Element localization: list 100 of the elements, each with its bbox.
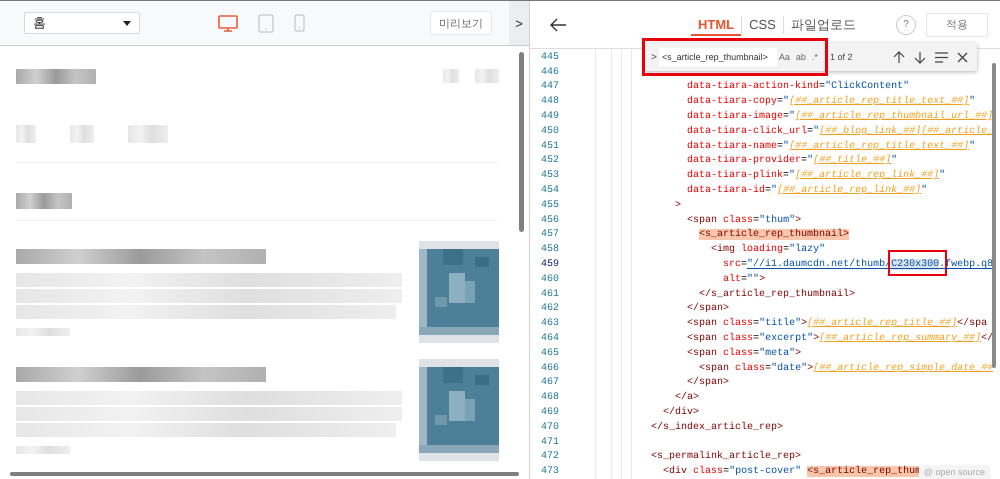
code-token: > [759,274,766,285]
line-number: 448 [540,96,560,108]
code-token: [##_title_##] [813,155,892,166]
code-token: > [795,214,802,226]
editor-tab[interactable]: CSS [741,16,783,34]
code-token: = [807,126,814,137]
code-token: [##_article_rep_title_##] [807,318,958,330]
line-number: 449 [540,111,560,122]
code-token: > [801,318,808,330]
code-token: data-tiara-image [687,111,784,122]
search-option[interactable]: ab [794,52,808,62]
line-number: 456 [540,214,560,226]
code-token: "lazy" [789,244,826,256]
collapse-button[interactable]: > [509,1,529,45]
code-token: data-tiara-click_url [687,126,808,137]
code-token: [##_article_rep_link_##] [777,185,922,196]
code-token: = [741,274,748,285]
code-token: <img [711,244,736,256]
down-arrow-icon[interactable] [914,50,926,64]
blurred-text [443,69,459,83]
code-token: = [753,318,760,330]
desktop-icon[interactable] [218,14,238,32]
code-token: = [765,185,772,196]
code-token: data-tiara-copy [687,96,778,108]
code-token: <span [699,362,730,374]
code-token: </span> [687,303,730,314]
line-number: 473 [540,466,560,478]
code-token: data-tiara-id [687,185,766,196]
code-token: [##_article_rep_thumbnail_url_##] [795,111,994,122]
editor-tab[interactable]: HTML [691,16,742,36]
code-token: <s_permalink_article_rep> [651,451,802,462]
code-token: " [807,155,814,166]
line-number: 461 [540,288,560,300]
code-token: </spa [957,318,988,330]
code-token: "title" [759,318,802,330]
code-token: > [807,362,814,374]
blurred-text [475,69,499,83]
code-token: > [795,348,802,359]
code-token: [##_article_rep_simple_date_## [813,362,994,374]
code-token: data-tiara-plink [687,170,784,182]
up-arrow-icon[interactable] [893,50,905,64]
code-token: = [777,140,784,152]
code-token: = [801,155,808,166]
match-count: 1 of 2 [830,52,853,62]
close-icon[interactable] [957,52,968,62]
line-number: 468 [540,392,560,404]
line-number: 466 [540,362,560,374]
line-number: 458 [540,244,560,256]
code-token: = [723,466,730,478]
code-token: " [891,155,898,166]
line-number: 453 [540,170,560,182]
page-select[interactable]: 홈 [24,12,140,34]
code-token: " [921,185,928,196]
code-token: = [753,348,760,359]
code-token: <s_article_rep_thum [807,466,922,478]
code-token: " [969,140,976,152]
code-token: alt [723,274,742,285]
code-token: " [969,96,976,108]
blurred-text [16,446,70,454]
line-number: 447 [540,81,560,92]
line-number: 470 [540,422,560,433]
line-number: 445 [540,52,560,63]
code-token: = [753,214,760,226]
search-field[interactable]: <s_article_rep_thumbnail> [658,48,777,66]
apply-button[interactable]: 적용 [926,12,988,36]
expand-toggle[interactable]: > [649,52,659,62]
search-option[interactable]: .* [810,52,820,62]
code-token: </span> [687,377,730,388]
blurred-text [16,125,36,143]
code-token: [##_article_rep_summary_##] [819,333,982,344]
code-token: [##_blog_link_##][##_article_ [819,126,994,137]
code-token: [##_article_rep_link_##] [795,170,940,182]
line-number: 457 [540,229,560,240]
search-option[interactable]: Aa [776,52,792,62]
code-token: " [771,185,778,196]
caret-icon[interactable] [123,20,131,26]
code-token: = [783,244,790,256]
code-token: <span [687,318,718,330]
code-token: class [723,318,754,330]
code-token: </ [981,333,994,344]
code-token: data-tiara-name [687,140,778,152]
code-token: class [723,348,754,359]
code-token: [##_article_rep_title_text_##] [789,140,970,152]
code-token: data-tiara-provider [687,155,802,166]
line-number: 450 [540,126,560,137]
back-icon[interactable] [549,18,567,32]
code-token: " [789,111,796,122]
code-token: "" [747,274,760,285]
blurred-text [16,193,72,209]
code-token: "excerpt" [759,333,814,344]
preview-button[interactable]: 미리보기 [430,11,492,35]
code-token: " [783,96,790,108]
code-token: </a> [675,392,700,404]
code-token: " [789,170,796,182]
editor-tab[interactable]: 파일업로드 [782,16,863,34]
help-button[interactable]: ? [896,14,916,34]
lines-icon[interactable] [935,52,948,62]
line-number: 452 [540,155,560,166]
code-token: "post-cover" [729,466,802,478]
line-number: 469 [540,407,560,418]
